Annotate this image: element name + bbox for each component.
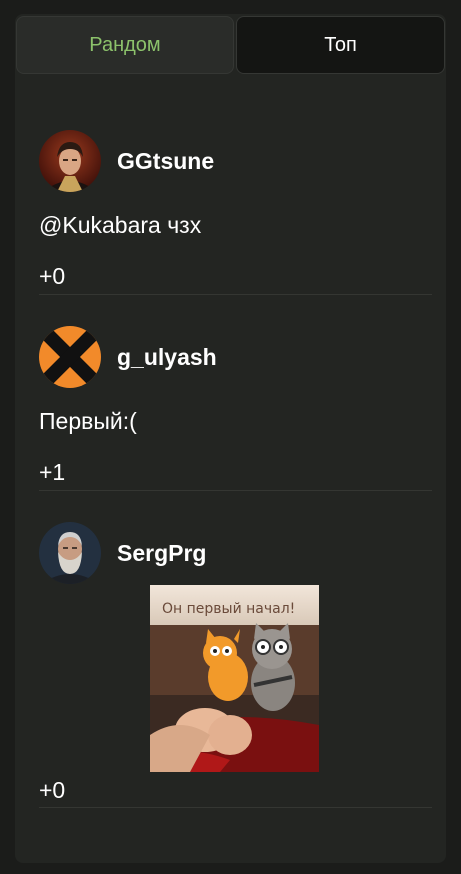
comment-username[interactable]: SergPrg xyxy=(117,540,206,567)
orange-x-avatar-icon xyxy=(39,326,101,388)
comment-score: +0 xyxy=(39,777,66,803)
portrait-avatar-icon xyxy=(39,130,101,192)
tab-top[interactable]: Топ xyxy=(236,16,445,74)
comment-text: Первый:( xyxy=(39,408,137,434)
tab-random[interactable]: Рандом xyxy=(16,16,234,74)
avatar[interactable] xyxy=(39,130,101,192)
avatar[interactable] xyxy=(39,522,101,584)
comment-item: g_ulyash Первый:( +1 xyxy=(39,326,432,491)
comment-image[interactable]: Он первый начал! xyxy=(150,585,319,772)
bearded-man-avatar-icon xyxy=(39,522,101,584)
comment-item: SergPrg Он первый начал! +0 xyxy=(39,522,432,808)
tab-bar: Рандом Топ xyxy=(15,14,446,76)
comment-score: +1 xyxy=(39,459,66,485)
image-caption: Он первый начал! xyxy=(162,601,295,617)
comments-panel: Рандом Топ GGtsune @Kukabara чзх +0 g_ul… xyxy=(15,14,446,863)
comment-score: +0 xyxy=(39,263,66,289)
comment-item: GGtsune @Kukabara чзх +0 xyxy=(39,130,432,295)
cats-meme-image: Он первый начал! xyxy=(150,585,319,772)
avatar[interactable] xyxy=(39,326,101,388)
comment-text: @Kukabara чзх xyxy=(39,212,202,238)
comment-username[interactable]: GGtsune xyxy=(117,148,214,175)
comment-username[interactable]: g_ulyash xyxy=(117,344,217,371)
